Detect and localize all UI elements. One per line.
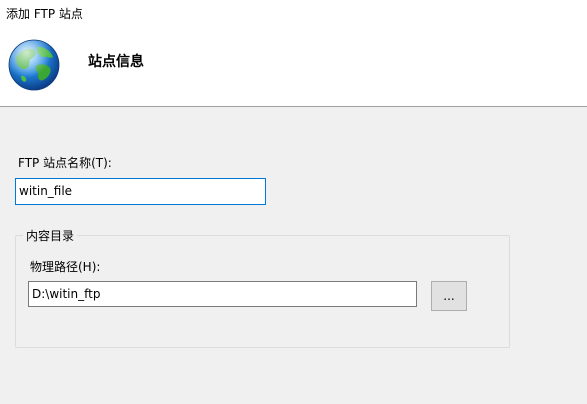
header-panel: 添加 FTP 站点 站点信息 bbox=[0, 0, 587, 107]
content-directory-legend: 内容目录 bbox=[23, 228, 78, 244]
window-title: 添加 FTP 站点 bbox=[6, 7, 83, 21]
add-ftp-site-dialog: 添加 FTP 站点 站点信息 FTP 站点名称(T): witin_file 内… bbox=[0, 0, 587, 404]
physical-path-input[interactable]: D:\witin_ftp bbox=[28, 281, 417, 307]
physical-path-label: 物理路径(H): bbox=[30, 260, 101, 274]
site-name-input[interactable]: witin_file bbox=[15, 178, 266, 205]
site-name-label: FTP 站点名称(T): bbox=[18, 156, 112, 170]
form-area: FTP 站点名称(T): witin_file 内容目录 物理路径(H): D:… bbox=[0, 107, 587, 404]
globe-icon bbox=[8, 39, 60, 91]
page-title: 站点信息 bbox=[88, 54, 144, 70]
browse-button[interactable]: ... bbox=[431, 281, 467, 311]
